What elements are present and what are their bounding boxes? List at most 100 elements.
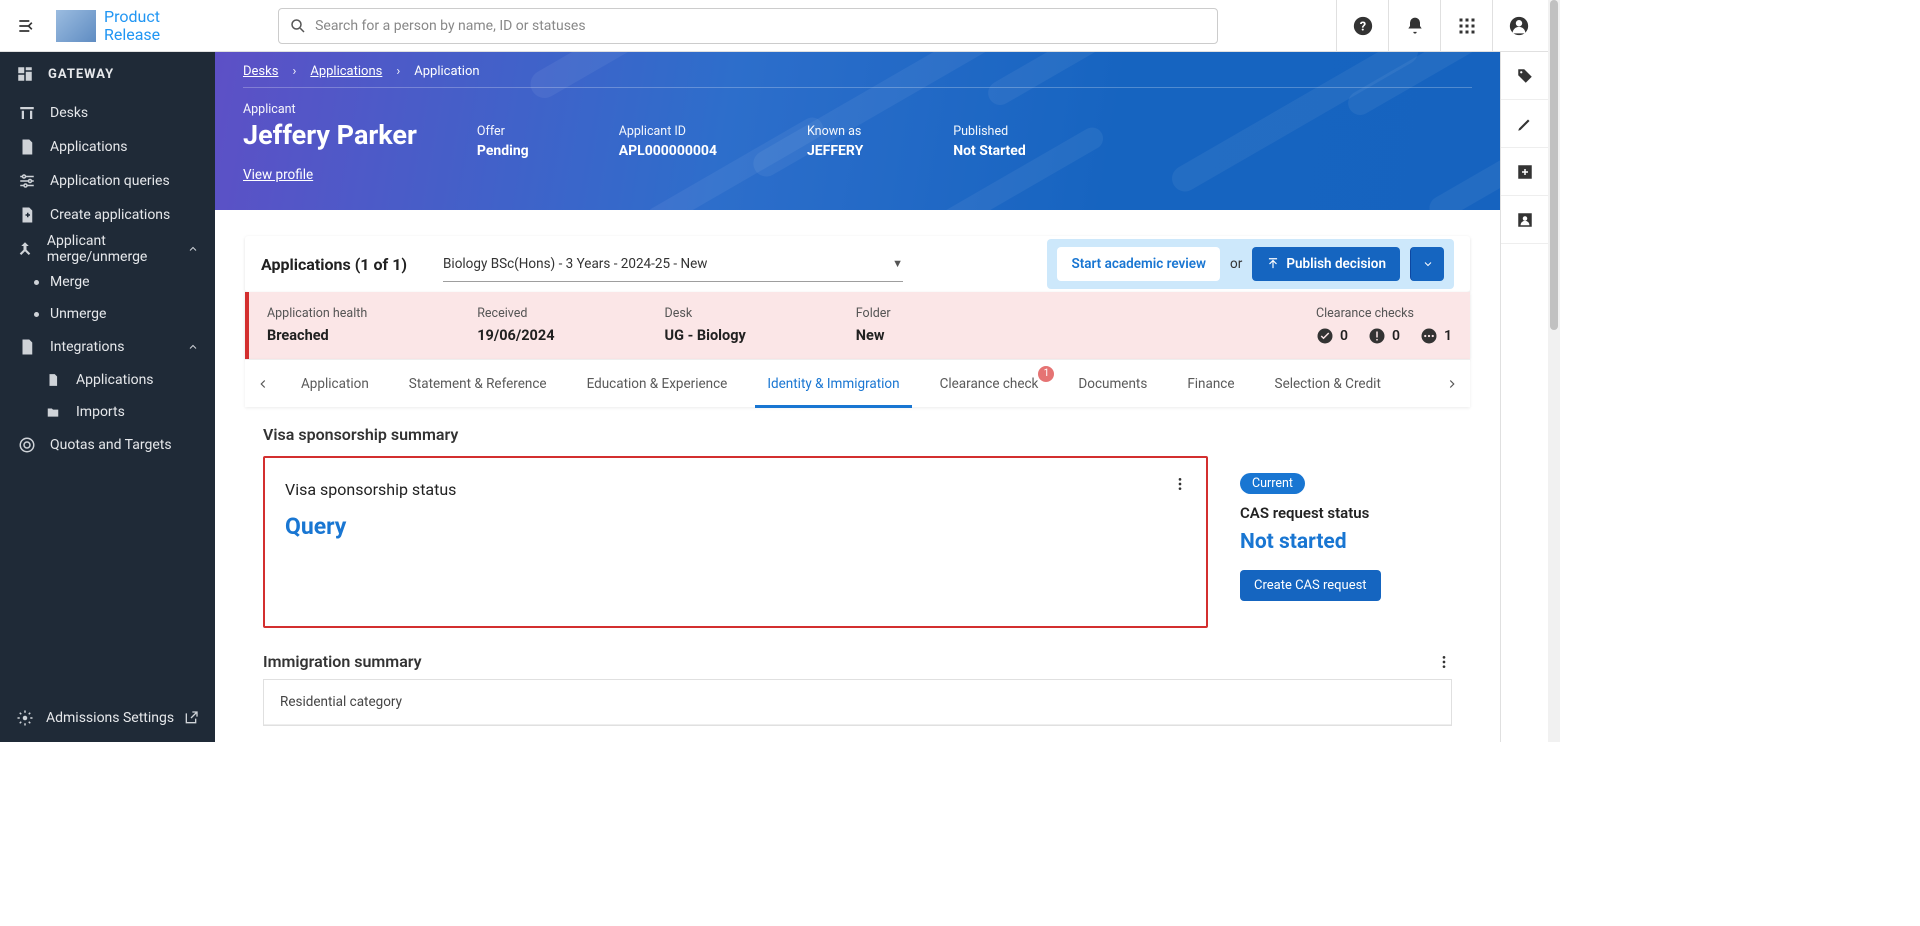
tab-clearance-check[interactable]: Clearance check1 bbox=[920, 360, 1059, 408]
tabs-scroll-right[interactable] bbox=[1434, 360, 1470, 408]
start-academic-review-button[interactable]: Start academic review bbox=[1057, 247, 1220, 281]
known-as-value: JEFFERY bbox=[807, 143, 863, 159]
contact-button[interactable] bbox=[1501, 196, 1549, 244]
tab-finance[interactable]: Finance bbox=[1167, 360, 1254, 408]
published-value: Not Started bbox=[953, 143, 1026, 159]
sidebar-label: Unmerge bbox=[50, 306, 106, 322]
breadcrumb-desks[interactable]: Desks bbox=[243, 64, 278, 79]
view-profile-link[interactable]: View profile bbox=[243, 167, 417, 183]
brand-line2: Release bbox=[104, 26, 160, 44]
chevron-up-icon bbox=[187, 243, 199, 255]
create-cas-request-button[interactable]: Create CAS request bbox=[1240, 570, 1381, 601]
clearance-checks-label: Clearance checks bbox=[1316, 306, 1452, 321]
received-value: 19/06/2024 bbox=[477, 327, 554, 344]
sidebar-sub-integrations-imports[interactable]: Imports bbox=[0, 396, 215, 428]
notifications-button[interactable] bbox=[1388, 0, 1440, 52]
scrollbar[interactable] bbox=[1548, 0, 1560, 742]
offer-value: Pending bbox=[477, 143, 529, 159]
sidebar-label: Create applications bbox=[50, 207, 170, 223]
publish-decision-dropdown[interactable] bbox=[1410, 247, 1444, 281]
sidebar-item-integrations[interactable]: Integrations bbox=[0, 330, 215, 364]
sidebar-label: Imports bbox=[76, 404, 125, 420]
edit-button[interactable] bbox=[1501, 100, 1549, 148]
help-button[interactable]: ? bbox=[1336, 0, 1388, 52]
desks-icon bbox=[16, 104, 38, 122]
chevron-right-icon bbox=[1445, 377, 1459, 391]
cas-title: CAS request status bbox=[1240, 504, 1454, 522]
visa-sponsorship-card: Visa sponsorship status Query bbox=[263, 456, 1208, 628]
published-label: Published bbox=[953, 124, 1026, 139]
apps-button[interactable] bbox=[1440, 0, 1492, 52]
check-circle-icon bbox=[1316, 327, 1334, 345]
health-value: Breached bbox=[267, 327, 367, 344]
check-count: 0 bbox=[1340, 328, 1348, 344]
breadcrumb-application: Application bbox=[414, 64, 479, 79]
brand: Product Release bbox=[56, 8, 160, 43]
known-as-label: Known as bbox=[807, 124, 863, 139]
account-button[interactable] bbox=[1492, 0, 1544, 52]
chevron-up-icon bbox=[187, 341, 199, 353]
tags-button[interactable] bbox=[1501, 52, 1549, 100]
sidebar-label: Merge bbox=[50, 274, 90, 290]
applications-bar: Applications (1 of 1) Biology BSc(Hons) … bbox=[245, 236, 1470, 292]
tab-badge: 1 bbox=[1038, 366, 1054, 382]
sidebar-label: Desks bbox=[50, 105, 88, 121]
applicant-banner: Desks › Applications › Application Appli… bbox=[215, 52, 1500, 210]
breadcrumb-applications[interactable]: Applications bbox=[310, 64, 382, 79]
tab-label: Application bbox=[301, 376, 369, 392]
tab-documents[interactable]: Documents bbox=[1058, 360, 1167, 408]
sidebar-label: Admissions Settings bbox=[46, 710, 174, 726]
sidebar-item-merge-unmerge[interactable]: Applicant merge/unmerge bbox=[0, 232, 215, 266]
brand-line1: Product bbox=[104, 8, 160, 26]
tag-icon bbox=[1516, 67, 1534, 85]
sidebar-sub-integrations-applications[interactable]: Applications bbox=[0, 364, 215, 396]
immigration-menu[interactable] bbox=[1436, 654, 1452, 670]
tab-education-experience[interactable]: Education & Experience bbox=[567, 360, 748, 408]
brand-logo bbox=[56, 10, 96, 42]
tabs-scroll-left[interactable] bbox=[245, 360, 281, 408]
sidebar-heading-label: GATEWAY bbox=[48, 67, 114, 82]
publish-decision-button[interactable]: Publish decision bbox=[1252, 247, 1400, 281]
tab-label: Documents bbox=[1078, 376, 1147, 392]
person-box-icon bbox=[1516, 211, 1534, 229]
help-icon: ? bbox=[1352, 15, 1374, 37]
check-count: 0 bbox=[1392, 328, 1400, 344]
search-bar[interactable] bbox=[278, 8, 1218, 44]
brand-text: Product Release bbox=[104, 8, 160, 43]
sidebar-item-create-applications[interactable]: Create applications bbox=[0, 198, 215, 232]
visa-card-menu[interactable] bbox=[1172, 476, 1188, 492]
sidebar-item-applications[interactable]: Applications bbox=[0, 130, 215, 164]
tab-label: Education & Experience bbox=[587, 376, 728, 392]
tab-selection-credit[interactable]: Selection & Credit bbox=[1255, 360, 1401, 408]
menu-toggle-button[interactable] bbox=[4, 4, 48, 48]
add-note-button[interactable] bbox=[1501, 148, 1549, 196]
svg-text:?: ? bbox=[1359, 19, 1365, 34]
visa-section-title: Visa sponsorship summary bbox=[263, 425, 1470, 444]
sidebar-sub-unmerge[interactable]: Unmerge bbox=[0, 298, 215, 330]
chevron-right-icon: › bbox=[396, 64, 400, 79]
application-select[interactable]: Biology BSc(Hons) - 3 Years - 2024-25 - … bbox=[443, 246, 903, 282]
sidebar-admissions-settings[interactable]: Admissions Settings bbox=[0, 694, 215, 742]
sidebar-item-quotas[interactable]: Quotas and Targets bbox=[0, 428, 215, 462]
pencil-icon bbox=[1516, 115, 1534, 133]
tab-statement-reference[interactable]: Statement & Reference bbox=[389, 360, 567, 408]
application-health-row: Application healthBreached Received19/06… bbox=[245, 292, 1470, 359]
more-vert-icon bbox=[1436, 654, 1452, 670]
tune-icon bbox=[16, 172, 38, 190]
target-icon bbox=[16, 436, 38, 454]
tab-application[interactable]: Application bbox=[281, 360, 389, 408]
open-external-icon bbox=[183, 710, 199, 726]
search-input[interactable] bbox=[315, 18, 1207, 34]
publish-decision-label: Publish decision bbox=[1286, 256, 1386, 272]
document-icon bbox=[16, 338, 38, 356]
scrollbar-thumb[interactable] bbox=[1550, 0, 1558, 330]
visa-status-label: Visa sponsorship status bbox=[285, 480, 1186, 499]
tab-label: Selection & Credit bbox=[1275, 376, 1381, 392]
tab-label: Identity & Immigration bbox=[767, 376, 899, 392]
sidebar-sub-merge[interactable]: Merge bbox=[0, 266, 215, 298]
sidebar-item-queries[interactable]: Application queries bbox=[0, 164, 215, 198]
tab-identity-immigration[interactable]: Identity & Immigration bbox=[747, 360, 919, 408]
sidebar-item-desks[interactable]: Desks bbox=[0, 96, 215, 130]
applicant-id-label: Applicant ID bbox=[619, 124, 717, 139]
sidebar-label: Application queries bbox=[50, 173, 170, 189]
